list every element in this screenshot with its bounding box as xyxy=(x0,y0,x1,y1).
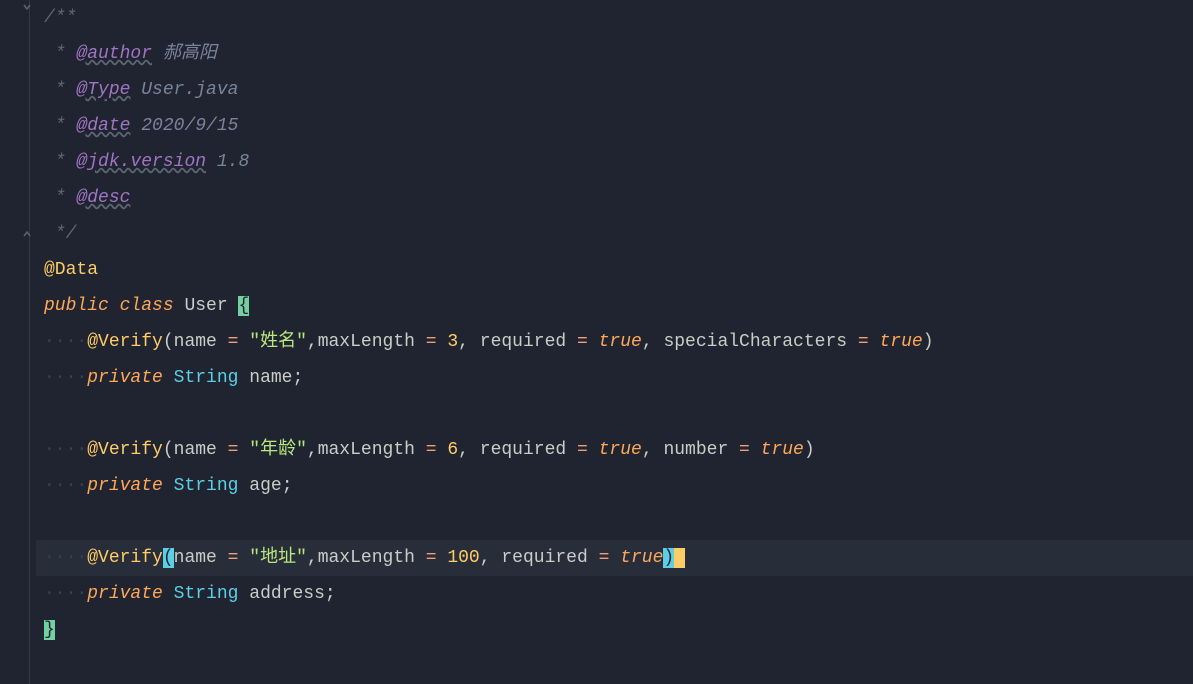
code-line[interactable]: * @Type User.java xyxy=(36,72,1193,108)
fold-end-icon[interactable] xyxy=(20,227,34,241)
javadoc-tag-desc: @desc xyxy=(76,188,130,208)
javadoc-author-value: 郝高阳 xyxy=(163,44,217,64)
brace-close: } xyxy=(44,620,55,640)
code-line[interactable]: ····private String name; xyxy=(36,360,1193,396)
code-line[interactable]: ····private String age; xyxy=(36,468,1193,504)
string-literal: "姓名" xyxy=(249,332,307,352)
class-name: User xyxy=(184,296,227,316)
javadoc-star: * xyxy=(44,152,66,172)
code-line[interactable]: */ xyxy=(36,216,1193,252)
javadoc-date-value: 2020/9/15 xyxy=(141,116,238,136)
code-line-current[interactable]: ····@Verify(name = "地址",maxLength = 100,… xyxy=(36,540,1193,576)
code-line[interactable]: * @jdk.version 1.8 xyxy=(36,144,1193,180)
keyword-class: class xyxy=(120,296,174,316)
code-line[interactable] xyxy=(36,396,1193,432)
keyword-public: public xyxy=(44,296,109,316)
javadoc-tag-jdk: @jdk.version xyxy=(76,152,206,172)
keyword-private: private xyxy=(87,476,163,496)
annotation-verify: @Verify xyxy=(87,332,163,352)
keyword-private: private xyxy=(87,368,163,388)
paren-match-open: ( xyxy=(163,548,174,568)
code-editor[interactable]: /** * @author 郝高阳 * @Type User.java * @d… xyxy=(36,0,1193,684)
field-name: name xyxy=(249,368,292,388)
code-line[interactable]: ····@Verify(name = "姓名",maxLength = 3, r… xyxy=(36,324,1193,360)
paren-match-close: ) xyxy=(663,548,674,568)
brace-open: { xyxy=(238,296,249,316)
javadoc-tag-type: @Type xyxy=(76,80,130,100)
javadoc-tag-author: @author xyxy=(76,44,152,64)
javadoc-star: * xyxy=(44,44,66,64)
code-line[interactable]: * @desc xyxy=(36,180,1193,216)
string-literal: "地址" xyxy=(249,548,307,568)
annotation-verify: @Verify xyxy=(87,440,163,460)
javadoc-tag-date: @date xyxy=(76,116,130,136)
code-line[interactable]: public class User { xyxy=(36,288,1193,324)
field-age: age xyxy=(249,476,281,496)
code-line[interactable]: ····@Verify(name = "年龄",maxLength = 6, r… xyxy=(36,432,1193,468)
code-line[interactable]: * @author 郝高阳 xyxy=(36,36,1193,72)
javadoc-star: * xyxy=(44,188,66,208)
annotation-data: @Data xyxy=(44,260,98,280)
text-cursor xyxy=(674,548,685,568)
code-line[interactable] xyxy=(36,504,1193,540)
code-line[interactable]: } xyxy=(36,612,1193,648)
string-literal: "年龄" xyxy=(249,440,307,460)
code-line[interactable]: * @date 2020/9/15 xyxy=(36,108,1193,144)
type-string: String xyxy=(174,368,239,388)
javadoc-jdk-value: 1.8 xyxy=(217,152,249,172)
code-line[interactable]: @Data xyxy=(36,252,1193,288)
editor-gutter xyxy=(0,0,30,684)
fold-minus-icon[interactable] xyxy=(20,0,34,14)
javadoc-star: * xyxy=(44,80,66,100)
javadoc-open: /** xyxy=(44,8,76,28)
code-line[interactable]: /** xyxy=(36,0,1193,36)
keyword-private: private xyxy=(87,584,163,604)
javadoc-close: */ xyxy=(44,224,76,244)
type-string: String xyxy=(174,476,239,496)
annotation-verify: @Verify xyxy=(87,548,163,568)
code-line[interactable]: ····private String address; xyxy=(36,576,1193,612)
type-string: String xyxy=(174,584,239,604)
javadoc-type-value: User.java xyxy=(141,80,238,100)
field-address: address xyxy=(249,584,325,604)
javadoc-star: * xyxy=(44,116,66,136)
